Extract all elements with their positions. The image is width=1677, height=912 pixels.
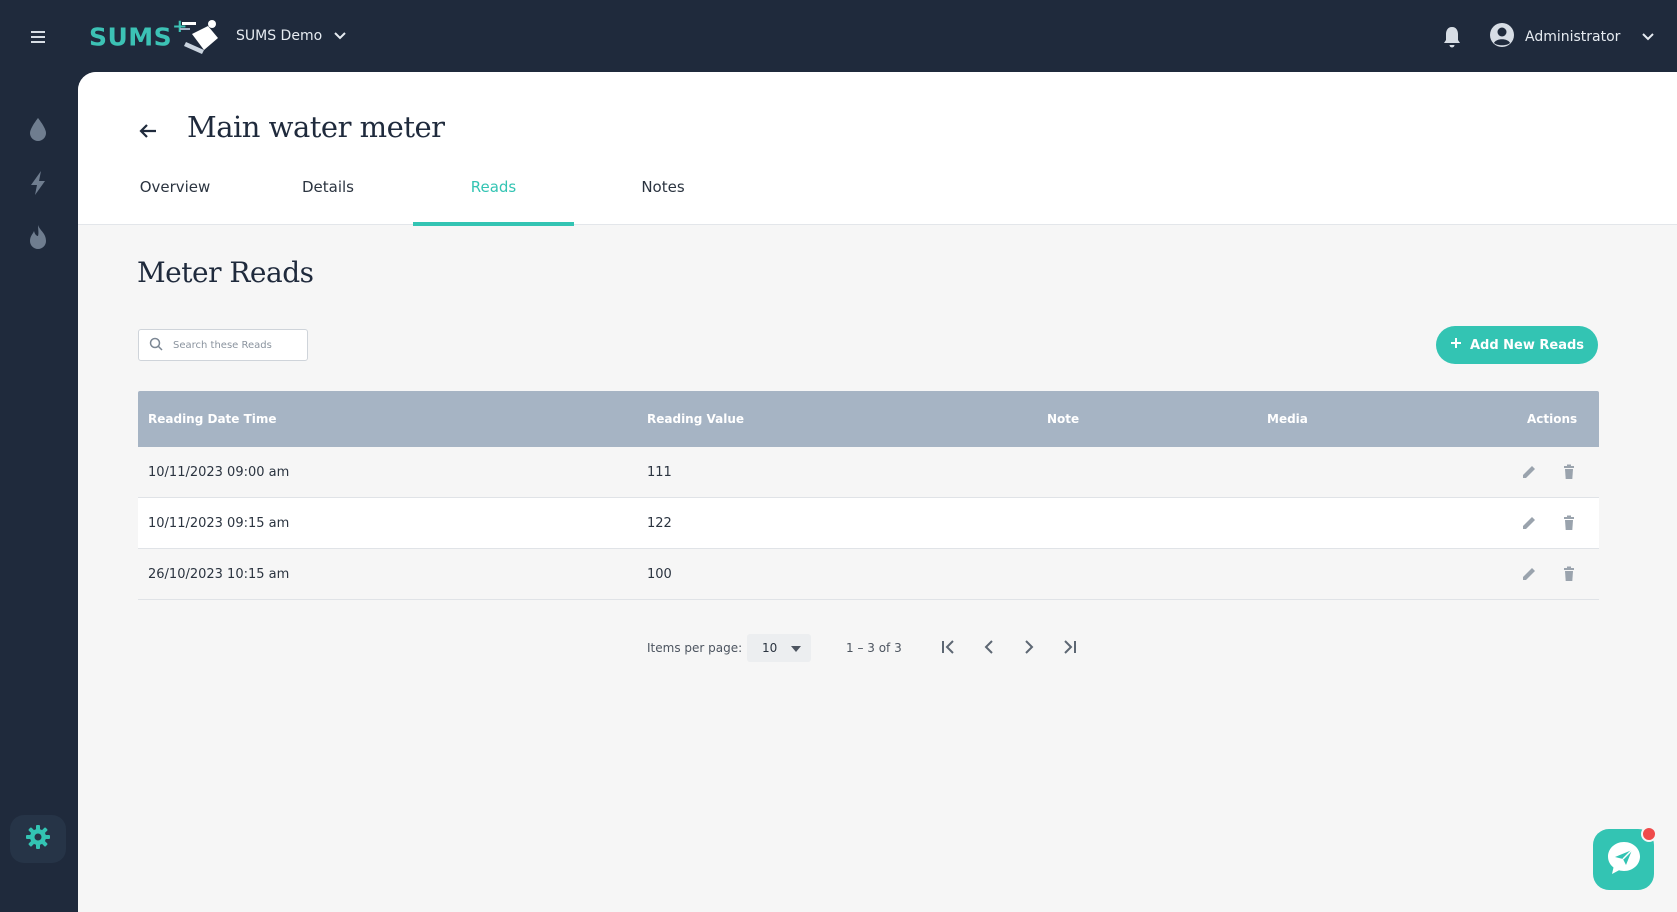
search-input[interactable] — [173, 339, 293, 351]
next-page-icon[interactable] — [1017, 635, 1041, 659]
page-range: 1 – 3 of 3 — [846, 641, 902, 655]
items-per-page-value: 10 — [762, 641, 778, 655]
tab-details[interactable]: Details — [273, 170, 383, 225]
first-page-icon[interactable] — [937, 635, 961, 659]
table-row: 10/11/2023 09:15 am 122 — [138, 498, 1599, 549]
organisation-logo — [178, 16, 222, 56]
column-header-reading-value[interactable]: Reading Value — [647, 412, 744, 426]
logo-text: SUMS — [89, 22, 173, 52]
paper-plane-icon — [1604, 838, 1644, 882]
cell-reading-value: 122 — [647, 516, 672, 531]
side-rail — [0, 72, 78, 912]
lightning-icon[interactable] — [24, 168, 52, 198]
table-row: 10/11/2023 09:00 am 111 — [138, 447, 1599, 498]
add-new-reads-button[interactable]: Add New Reads — [1436, 326, 1598, 364]
active-tab-indicator — [413, 222, 574, 226]
column-header-reading-date-time[interactable]: Reading Date Time — [148, 412, 277, 426]
tab-reads[interactable]: Reads — [413, 170, 574, 225]
user-name: Administrator — [1525, 29, 1621, 45]
trash-icon[interactable] — [1560, 514, 1578, 532]
column-header-note: Note — [1047, 412, 1080, 426]
page-header: Main water meter Overview Details Reads … — [78, 72, 1677, 226]
sums-logo[interactable]: SUMS+ — [89, 16, 188, 52]
tab-overview[interactable]: Overview — [125, 170, 225, 225]
water-drop-icon[interactable] — [24, 114, 52, 144]
arrow-left-icon[interactable] — [136, 119, 160, 143]
pencil-icon[interactable] — [1520, 463, 1538, 481]
paginator: Items per page: 10 1 – 3 of 3 — [647, 632, 1107, 662]
chevron-down-icon — [1642, 29, 1655, 45]
cell-reading-value: 111 — [647, 465, 672, 480]
pencil-icon[interactable] — [1520, 514, 1538, 532]
bell-icon[interactable] — [1441, 25, 1463, 49]
tab-bar: Overview Details Reads Notes — [78, 170, 978, 225]
last-page-icon[interactable] — [1057, 635, 1081, 659]
trash-icon[interactable] — [1560, 565, 1578, 583]
page-title: Main water meter — [187, 110, 445, 144]
account-circle-icon — [1489, 22, 1515, 52]
chevron-down-icon — [334, 28, 346, 44]
add-new-reads-label: Add New Reads — [1469, 337, 1585, 353]
chat-notification-badge — [1641, 826, 1657, 842]
caret-down-icon — [791, 641, 802, 655]
settings-button[interactable] — [10, 815, 66, 863]
top-bar: SUMS+ SUMS Demo Administrator — [0, 0, 1677, 72]
cell-reading-date-time: 10/11/2023 09:00 am — [148, 465, 290, 480]
search-box — [138, 329, 308, 361]
table-header: Reading Date Time Reading Value Note Med… — [138, 391, 1599, 447]
column-header-actions: Actions — [1527, 412, 1578, 426]
items-per-page-label: Items per page: — [647, 641, 743, 655]
cell-reading-date-time: 10/11/2023 09:15 am — [148, 516, 290, 531]
cell-reading-date-time: 26/10/2023 10:15 am — [148, 567, 290, 582]
reads-table: Reading Date Time Reading Value Note Med… — [138, 391, 1599, 600]
items-per-page-select[interactable]: 10 — [747, 634, 811, 662]
flame-icon[interactable] — [24, 222, 52, 252]
trash-icon[interactable] — [1560, 463, 1578, 481]
pencil-icon[interactable] — [1520, 565, 1538, 583]
tab-notes[interactable]: Notes — [598, 170, 728, 225]
main-panel: Main water meter Overview Details Reads … — [78, 72, 1677, 912]
cell-reading-value: 100 — [647, 567, 672, 582]
user-menu[interactable]: Administrator — [1489, 22, 1655, 52]
column-header-media: Media — [1267, 412, 1308, 426]
organisation-name: SUMS Demo — [236, 28, 323, 44]
table-row: 26/10/2023 10:15 am 100 — [138, 549, 1599, 600]
plus-icon — [1450, 337, 1462, 353]
previous-page-icon[interactable] — [977, 635, 1001, 659]
gear-icon — [25, 824, 51, 854]
hamburger-icon[interactable] — [26, 26, 50, 48]
organisation-selector[interactable]: SUMS Demo — [236, 25, 346, 47]
section-title: Meter Reads — [137, 256, 314, 289]
search-icon — [149, 336, 163, 355]
